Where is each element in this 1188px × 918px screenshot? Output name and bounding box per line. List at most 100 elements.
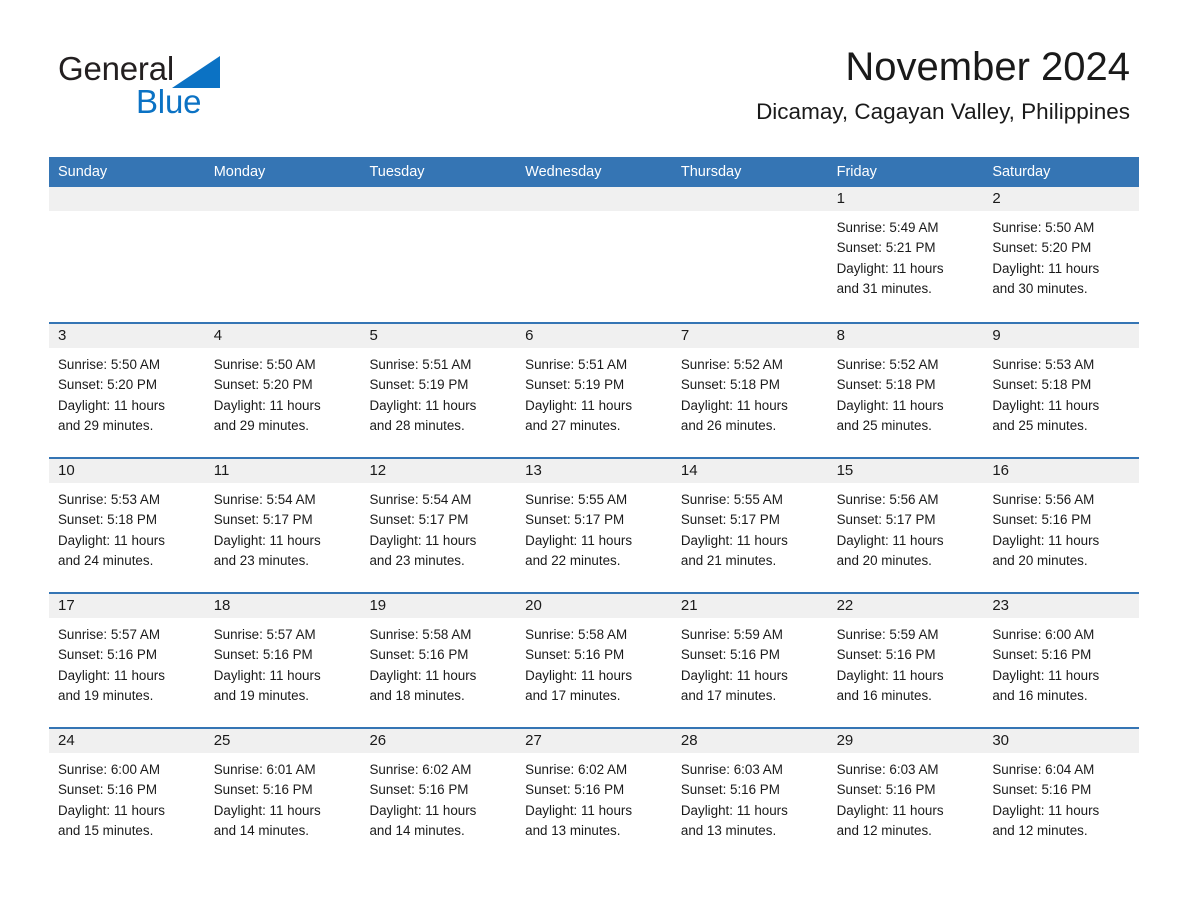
calendar-day-cell[interactable]: 1 Sunrise: 5:49 AM Sunset: 5:21 PM Daylight… [827,187,984,322]
daylight-text-line2: and 21 minutes. [680,552,777,568]
calendar-day-cell[interactable]: 22 Sunrise: 5:59 AM Sunset: 5:16 PM Dayligh… [827,594,984,727]
calendar-day-cell[interactable]: 17 Sunrise: 5:57 AM Sunset: 5:16 PM Dayligh… [49,594,205,727]
calendar-day-cell[interactable]: 18 Sunrise: 5:57 AM Sunset: 5:16 PM Dayligh… [204,594,361,727]
daylight-text-line1: Daylight: 11 hours [992,802,1100,818]
day-sun-info: Sunrise: 6:00 AM Sunset: 5:16 PM Daylight:… [49,753,205,841]
daylight-text-line1: Daylight: 11 hours [680,532,788,548]
day-sun-info: Sunrise: 6:04 AM Sunset: 5:16 PM Daylight:… [983,753,1139,841]
day-number: 14 [671,459,828,483]
sunrise-text: Sunrise: 5:52 AM [680,357,783,372]
calendar-day-cell[interactable]: 16 Sunrise: 5:56 AM Sunset: 5:16 PM Dayligh… [983,459,1140,592]
sunrise-text: Sunrise: 6:02 AM [525,762,628,777]
sunrise-text: Sunrise: 5:55 AM [525,492,628,507]
day-sun-info: Sunrise: 5:55 AM Sunset: 5:17 PM Daylight:… [516,483,672,571]
daylight-text-line1: Daylight: 11 hours [58,802,165,818]
sunrise-text: Sunrise: 6:04 AM [992,762,1095,777]
sunset-text: Sunset: 5:16 PM [992,782,1092,798]
calendar-day-cell[interactable]: 14 Sunrise: 5:55 AM Sunset: 5:17 PM Dayligh… [671,459,828,592]
weekday-header-monday: Monday [213,164,266,180]
sunset-text: Sunset: 5:18 PM [58,512,157,528]
calendar-day-cell[interactable]: 19 Sunrise: 5:58 AM Sunset: 5:16 PM Dayligh… [360,594,517,727]
daylight-text-line1: Daylight: 11 hours [58,532,165,548]
daylight-text-line2: and 15 minutes. [58,822,154,838]
calendar-day-cell[interactable]: 11 Sunrise: 5:54 AM Sunset: 5:17 PM Dayligh… [204,459,361,592]
calendar-day-cell[interactable]: 3 Sunrise: 5:50 AM Sunset: 5:20 PM Daylight… [49,324,205,457]
day-sun-info: Sunrise: 5:49 AM Sunset: 5:21 PM Daylight:… [828,211,984,299]
daylight-text-line1: Daylight: 11 hours [525,802,633,818]
calendar-day-cell[interactable]: 12 Sunrise: 5:54 AM Sunset: 5:17 PM Dayligh… [360,459,517,592]
calendar-day-cell[interactable]: 23 Sunrise: 6:00 AM Sunset: 5:16 PM Dayligh… [983,594,1140,727]
calendar-day-cell[interactable]: 5 Sunrise: 5:51 AM Sunset: 5:19 PM Daylight… [360,324,517,457]
day-sun-info: Sunrise: 6:02 AM Sunset: 5:16 PM Daylight:… [516,753,672,841]
sunset-text: Sunset: 5:16 PM [680,782,780,798]
daylight-text-line1: Daylight: 11 hours [525,667,633,683]
sunrise-text: Sunrise: 5:50 AM [58,357,160,372]
calendar-day-cell-empty [49,187,205,322]
calendar-day-cell[interactable]: 13 Sunrise: 5:55 AM Sunset: 5:17 PM Dayligh… [516,459,672,592]
day-sun-info: Sunrise: 6:02 AM Sunset: 5:16 PM Daylight:… [360,753,516,841]
daylight-text-line1: Daylight: 11 hours [992,532,1100,548]
daylight-text-line2: and 20 minutes. [836,552,932,568]
day-sun-info: Sunrise: 5:56 AM Sunset: 5:16 PM Daylight:… [983,483,1139,571]
daylight-text-line2: and 29 minutes. [213,417,310,433]
day-sun-info: Sunrise: 5:54 AM Sunset: 5:17 PM Daylight:… [360,483,516,571]
calendar-day-cell[interactable]: 15 Sunrise: 5:56 AM Sunset: 5:17 PM Dayligh… [827,459,984,592]
sunset-text: Sunset: 5:18 PM [836,377,936,393]
day-sun-info: Sunrise: 6:03 AM Sunset: 5:16 PM Daylight:… [672,753,828,841]
day-sun-info: Sunrise: 5:51 AM Sunset: 5:19 PM Daylight:… [516,348,672,436]
calendar-day-cell[interactable]: 28 Sunrise: 6:03 AM Sunset: 5:16 PM Dayligh… [671,729,828,862]
sunrise-text: Sunrise: 5:52 AM [836,357,939,372]
sunset-text: Sunset: 5:16 PM [525,782,625,798]
calendar-day-cell[interactable]: 8 Sunrise: 5:52 AM Sunset: 5:18 PM Daylight… [827,324,984,457]
sunrise-text: Sunrise: 5:59 AM [836,627,939,642]
day-number: 19 [360,594,517,618]
calendar-day-cell[interactable]: 27 Sunrise: 6:02 AM Sunset: 5:16 PM Dayligh… [516,729,672,862]
calendar-day-cell[interactable]: 21 Sunrise: 5:59 AM Sunset: 5:16 PM Dayligh… [671,594,828,727]
calendar-day-cell[interactable]: 26 Sunrise: 6:02 AM Sunset: 5:16 PM Dayligh… [360,729,517,862]
calendar-week-row: 3 Sunrise: 5:50 AM Sunset: 5:20 PM Daylight… [49,322,1140,457]
calendar-day-cell[interactable]: 29 Sunrise: 6:03 AM Sunset: 5:16 PM Dayligh… [827,729,984,862]
weekday-header-row: Sunday Monday Tuesday Wednesday Thursday… [49,157,1139,187]
sunset-text: Sunset: 5:19 PM [369,377,469,393]
daylight-text-line1: Daylight: 11 hours [369,397,477,413]
sunrise-text: Sunrise: 5:58 AM [525,627,628,642]
calendar-day-cell[interactable]: 20 Sunrise: 5:58 AM Sunset: 5:16 PM Dayligh… [516,594,672,727]
calendar-day-cell[interactable]: 24 Sunrise: 6:00 AM Sunset: 5:16 PM Dayligh… [49,729,205,862]
day-number: 8 [827,324,984,348]
daylight-text-line1: Daylight: 11 hours [836,397,944,413]
sunrise-text: Sunrise: 5:54 AM [369,492,472,507]
day-number: 15 [827,459,984,483]
weekday-header-sunday: Sunday [58,164,108,180]
logo-text-general: General [58,50,175,87]
sunrise-text: Sunrise: 5:59 AM [680,627,783,642]
day-number: 26 [360,729,517,753]
calendar-day-cell[interactable]: 2 Sunrise: 5:50 AM Sunset: 5:20 PM Daylight… [983,187,1140,322]
daylight-text-line1: Daylight: 11 hours [992,260,1100,276]
day-number: 28 [671,729,828,753]
sunset-text: Sunset: 5:16 PM [213,647,313,663]
calendar-day-cell[interactable]: 4 Sunrise: 5:50 AM Sunset: 5:20 PM Daylight… [204,324,361,457]
day-sun-info: Sunrise: 5:53 AM Sunset: 5:18 PM Daylight:… [49,483,205,571]
calendar-day-cell[interactable]: 30 Sunrise: 6:04 AM Sunset: 5:16 PM Dayligh… [983,729,1140,862]
generalblue-logo[interactable]: General Blue [58,52,298,122]
sunset-text: Sunset: 5:16 PM [369,647,469,663]
sunset-text: Sunset: 5:16 PM [992,512,1092,528]
calendar-day-cell[interactable]: 7 Sunrise: 5:52 AM Sunset: 5:18 PM Daylight… [671,324,828,457]
daylight-text-line1: Daylight: 11 hours [836,260,944,276]
day-number: 27 [516,729,672,753]
sunset-text: Sunset: 5:17 PM [680,512,780,528]
sunset-text: Sunset: 5:16 PM [58,782,157,798]
page-header: General Blue November 2024 Dicamay, Caga… [0,0,1188,124]
daylight-text-line2: and 23 minutes. [369,552,465,568]
day-sun-info: Sunrise: 5:55 AM Sunset: 5:17 PM Daylight:… [672,483,828,571]
weekday-header-tuesday: Tuesday [369,164,425,180]
calendar-day-cell[interactable]: 6 Sunrise: 5:51 AM Sunset: 5:19 PM Daylight… [516,324,672,457]
day-sun-info: Sunrise: 5:52 AM Sunset: 5:18 PM Daylight:… [672,348,828,436]
daylight-text-line2: and 12 minutes. [992,822,1088,838]
daylight-text-line2: and 16 minutes. [992,687,1088,703]
day-number: 1 [827,187,984,211]
calendar-day-cell[interactable]: 10 Sunrise: 5:53 AM Sunset: 5:18 PM Dayligh… [49,459,205,592]
calendar-day-cell[interactable]: 9 Sunrise: 5:53 AM Sunset: 5:18 PM Daylight… [983,324,1140,457]
daylight-text-line2: and 30 minutes. [992,280,1088,296]
calendar-day-cell[interactable]: 25 Sunrise: 6:01 AM Sunset: 5:16 PM Dayligh… [204,729,361,862]
